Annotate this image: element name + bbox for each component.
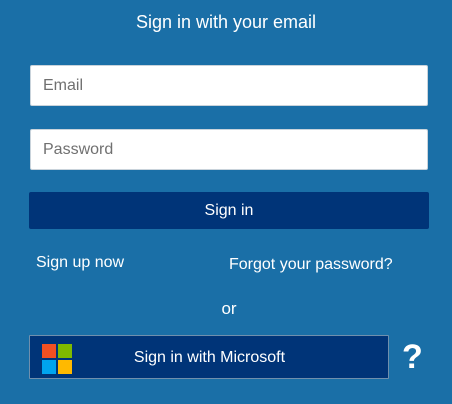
forgot-password-link[interactable]: Forgot your password? xyxy=(229,255,393,275)
sign-in-button[interactable]: Sign in xyxy=(29,192,429,229)
logo-square-yellow xyxy=(58,360,72,374)
or-separator: or xyxy=(221,299,237,318)
microsoft-button-label: Sign in with Microsoft xyxy=(133,349,286,366)
sign-up-link[interactable]: Sign up now xyxy=(36,253,124,273)
logo-square-blue xyxy=(42,360,56,374)
password-field[interactable] xyxy=(30,129,428,170)
page-title: Sign in with your email xyxy=(135,12,317,32)
sign-in-with-microsoft-button[interactable]: Sign in with Microsoft xyxy=(29,335,389,379)
microsoft-logo-icon xyxy=(42,344,72,374)
email-field[interactable] xyxy=(30,65,428,106)
logo-square-green xyxy=(58,344,72,358)
question-mark-icon[interactable]: ? xyxy=(402,337,423,377)
logo-square-red xyxy=(42,344,56,358)
